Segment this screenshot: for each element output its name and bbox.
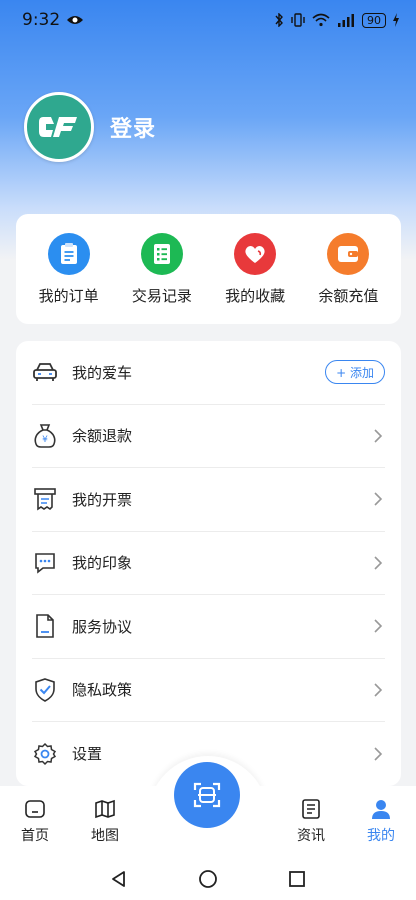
list-icon (140, 232, 183, 275)
menu-list: 我的爱车 + 添加 ¥ 余额退款 我的开票 我的印象 服务协议 隐私政策 设置 (16, 341, 401, 786)
menu-item-refund[interactable]: ¥ 余额退款 (32, 405, 385, 468)
menu-item-label: 我的开票 (72, 490, 133, 509)
menu-item-label: 我的爱车 (72, 363, 133, 382)
news-icon (302, 799, 320, 819)
chevron-right-icon (374, 429, 383, 443)
chevron-right-icon (374, 747, 383, 761)
tab-map[interactable]: 地图 (70, 798, 140, 845)
status-bar: 9:32 90 (0, 0, 416, 40)
map-icon (95, 799, 115, 819)
home-circle-icon[interactable] (198, 869, 218, 889)
menu-item-label: 我的印象 (72, 554, 133, 573)
chevron-right-icon (374, 683, 383, 697)
avatar[interactable] (24, 92, 94, 162)
brand-logo-icon (39, 117, 77, 137)
menu-item-label: 隐私政策 (72, 681, 133, 700)
signal-icon (338, 14, 354, 27)
quick-action-transactions[interactable]: 交易记录 (119, 232, 205, 306)
eye-icon (67, 16, 84, 24)
tab-label: 首页 (21, 828, 49, 844)
menu-item-my-car[interactable]: 我的爱车 + 添加 (32, 341, 385, 405)
battery-level: 90 (362, 12, 386, 28)
tab-mine[interactable]: 我的 (346, 798, 416, 845)
menu-item-label: 余额退款 (72, 427, 133, 446)
vibrate-icon (291, 13, 305, 27)
menu-item-label: 服务协议 (72, 617, 133, 636)
status-right: 90 (274, 12, 400, 28)
tab-news[interactable]: 资讯 (276, 798, 346, 845)
login-link[interactable]: 登录 (110, 111, 156, 143)
tab-label: 资讯 (297, 828, 325, 844)
chevron-right-icon (374, 492, 383, 506)
money-bag-icon: ¥ (32, 423, 58, 449)
status-left: 9:32 (22, 10, 84, 30)
quick-action-label: 余额充值 (318, 286, 379, 305)
document-icon (32, 613, 58, 639)
quick-action-label: 交易记录 (131, 286, 192, 305)
system-navigation-bar (0, 858, 416, 900)
svg-text:¥: ¥ (42, 435, 48, 445)
quick-actions-card: 我的订单 交易记录 我的收藏 余额充值 (16, 214, 401, 324)
wallet-icon (327, 232, 370, 275)
user-icon (372, 800, 390, 819)
menu-item-privacy-policy[interactable]: 隐私政策 (32, 659, 385, 722)
shield-icon (32, 677, 58, 703)
gear-icon (32, 741, 58, 767)
home-icon (25, 800, 45, 818)
bluetooth-icon (275, 13, 283, 27)
menu-item-impression[interactable]: 我的印象 (32, 532, 385, 595)
wifi-icon (312, 13, 330, 27)
profile-section[interactable]: 登录 (24, 92, 156, 162)
clipboard-icon (47, 232, 90, 275)
add-car-button[interactable]: + 添加 (325, 360, 385, 385)
recents-icon[interactable] (288, 870, 306, 888)
invoice-icon (32, 486, 58, 512)
tab-home[interactable]: 首页 (0, 798, 70, 845)
tab-label: 地图 (91, 828, 119, 844)
car-icon (32, 359, 58, 385)
chevron-right-icon (374, 556, 383, 570)
heart-icon (234, 232, 277, 275)
menu-item-service-agreement[interactable]: 服务协议 (32, 595, 385, 659)
quick-action-orders[interactable]: 我的订单 (26, 232, 112, 306)
quick-action-label: 我的收藏 (225, 286, 286, 305)
scan-icon (193, 782, 221, 808)
menu-item-invoice[interactable]: 我的开票 (32, 468, 385, 532)
quick-action-label: 我的订单 (38, 286, 99, 305)
scan-button[interactable] (174, 762, 240, 828)
chevron-right-icon (374, 619, 383, 633)
tab-label: 我的 (367, 828, 395, 844)
quick-action-favorites[interactable]: 我的收藏 (212, 232, 298, 306)
charging-icon (393, 13, 399, 27)
quick-action-recharge[interactable]: 余额充值 (305, 232, 391, 306)
back-icon[interactable] (110, 870, 128, 888)
chat-icon (32, 550, 58, 576)
status-time: 9:32 (22, 10, 61, 30)
